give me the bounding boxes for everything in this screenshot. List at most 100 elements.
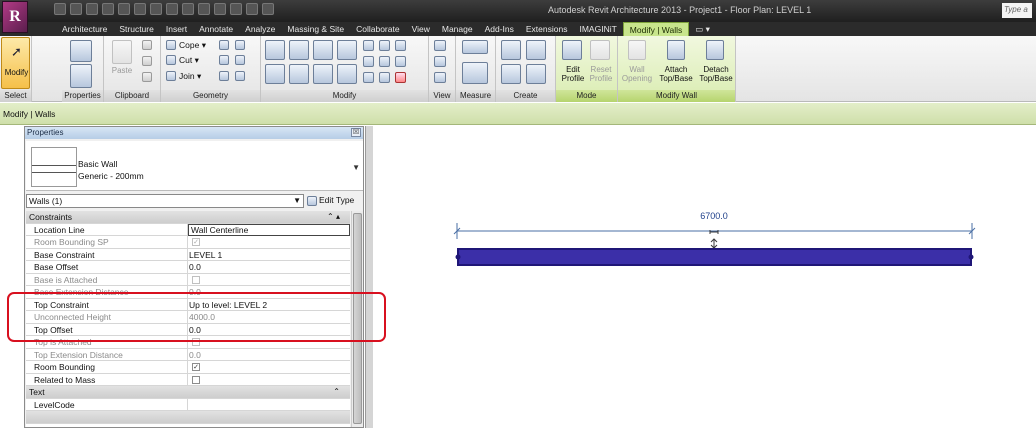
prop-levelcode[interactable]: LevelCode xyxy=(26,398,350,411)
measure-icon[interactable] xyxy=(134,3,146,15)
drawing-canvas[interactable]: 6700.0 xyxy=(374,126,1036,428)
tab-add-ins[interactable]: Add-Ins xyxy=(479,22,520,36)
detach-top-base-icon[interactable] xyxy=(706,40,724,60)
scale-icon[interactable] xyxy=(379,56,390,67)
copy-icon[interactable] xyxy=(289,64,309,84)
prop-base-offset[interactable]: Base Offset 0.0 xyxy=(26,261,350,274)
aligned-dimension-icon[interactable] xyxy=(462,62,488,84)
ribbon-minimize-icon[interactable]: ▭ ▾ xyxy=(689,22,716,36)
group-constraints[interactable]: Constraints ⌃ ▴ xyxy=(26,211,350,224)
chevron-down-icon[interactable]: ▼ xyxy=(352,163,360,172)
close-icon[interactable]: ☒ xyxy=(351,128,361,137)
prop-base-is-attached[interactable]: Base is Attached xyxy=(26,273,350,286)
application-menu-button[interactable]: R xyxy=(2,1,28,33)
prop-base-extension-distance[interactable]: Base Extension Distance 0.0 xyxy=(26,286,350,299)
wall-joins-icon[interactable] xyxy=(219,55,229,65)
join-icon[interactable] xyxy=(166,71,176,81)
split-element-icon[interactable] xyxy=(235,71,245,81)
tab-manage[interactable]: Manage xyxy=(436,22,479,36)
rotate-icon[interactable] xyxy=(313,64,333,84)
text-icon[interactable] xyxy=(166,3,178,15)
group-next[interactable] xyxy=(26,411,350,424)
palette-splitter[interactable] xyxy=(365,126,373,428)
floor-plan-view[interactable]: 6700.0 xyxy=(374,126,1036,428)
tab-analyze[interactable]: Analyze xyxy=(239,22,281,36)
properties-toggle-icon[interactable] xyxy=(70,64,92,88)
tab-structure[interactable]: Structure xyxy=(113,22,160,36)
cut-geometry-icon[interactable] xyxy=(166,55,176,65)
save-icon[interactable] xyxy=(70,3,82,15)
instance-filter-select[interactable]: Walls (1) ▼ xyxy=(26,194,304,208)
modify-button[interactable]: ➚ Modify xyxy=(1,37,30,89)
offset-icon[interactable] xyxy=(289,40,309,60)
tab-annotate[interactable]: Annotate xyxy=(193,22,239,36)
array-icon[interactable] xyxy=(363,56,374,67)
measure-distance-icon[interactable] xyxy=(462,40,488,54)
remove-paint-icon[interactable] xyxy=(219,71,229,81)
edit-type-button[interactable]: Edit Type xyxy=(307,194,363,208)
attach-top-base-button[interactable]: Attach Top/Base xyxy=(656,65,696,83)
open-icon[interactable] xyxy=(54,3,66,15)
trim-multiple-icon[interactable] xyxy=(379,72,390,83)
customize-qat-icon[interactable] xyxy=(262,3,274,15)
location-line-value[interactable]: Wall Centerline xyxy=(188,223,350,236)
prop-top-is-attached[interactable]: Top is Attached xyxy=(26,336,350,349)
chevron-down-icon[interactable]: ▼ xyxy=(293,195,301,207)
sync-icon[interactable] xyxy=(86,3,98,15)
paint-icon[interactable] xyxy=(235,40,245,50)
room-bounding-checkbox[interactable]: ✓ xyxy=(192,363,200,371)
prop-location-line[interactable]: Location Line Wall Centerline xyxy=(26,223,350,236)
split-icon[interactable] xyxy=(363,40,374,51)
prop-top-extension-distance[interactable]: Top Extension Distance 0.0 xyxy=(26,348,350,361)
join-button[interactable]: Join ▾ xyxy=(179,71,201,82)
prop-room-bounding[interactable]: Room Bounding ✓ xyxy=(26,361,350,374)
select-panel-label[interactable]: Select xyxy=(0,90,31,102)
type-properties-icon[interactable] xyxy=(70,40,92,62)
trim-extend-corner-icon[interactable] xyxy=(337,64,357,84)
edit-profile-icon[interactable] xyxy=(562,40,582,60)
hide-in-view-icon[interactable] xyxy=(434,40,446,51)
group-text[interactable]: Text ⌃ xyxy=(26,386,350,399)
switch-windows-icon[interactable] xyxy=(246,3,258,15)
tab-extensions[interactable]: Extensions xyxy=(520,22,574,36)
dimension-value[interactable]: 6700.0 xyxy=(700,211,728,221)
collapse-icon[interactable]: ⌃ xyxy=(333,387,340,396)
copy-clipboard-icon[interactable] xyxy=(142,56,152,66)
prop-unconnected-height[interactable]: Unconnected Height 4000.0 xyxy=(26,311,350,324)
wall-end-grip[interactable] xyxy=(968,254,974,260)
cope-button[interactable]: Cope ▾ xyxy=(179,40,206,51)
undo-icon[interactable] xyxy=(102,3,114,15)
close-hidden-icon[interactable] xyxy=(230,3,242,15)
scrollbar-thumb[interactable] xyxy=(353,213,362,424)
detach-top-base-button[interactable]: Detach Top/Base xyxy=(696,65,736,83)
properties-title[interactable]: Properties ☒ xyxy=(25,127,363,139)
attach-top-base-icon[interactable] xyxy=(667,40,685,60)
pin-icon[interactable] xyxy=(395,40,406,51)
prop-base-constraint[interactable]: Base Constraint LEVEL 1 xyxy=(26,248,350,261)
collapse-icon[interactable]: ⌃ ▴ xyxy=(327,212,340,221)
search-input[interactable]: Type a xyxy=(1002,3,1032,18)
prop-top-constraint[interactable]: Top Constraint Up to level: LEVEL 2 xyxy=(26,298,350,311)
selected-wall[interactable] xyxy=(457,248,972,266)
delete-icon[interactable] xyxy=(395,72,406,83)
linework-icon[interactable] xyxy=(434,72,446,83)
tag-icon[interactable] xyxy=(150,3,162,15)
override-graphics-icon[interactable] xyxy=(434,56,446,67)
tab-collaborate[interactable]: Collaborate xyxy=(350,22,405,36)
tab-massing-site[interactable]: Massing & Site xyxy=(281,22,350,36)
prop-related-to-mass[interactable]: Related to Mass xyxy=(26,373,350,386)
tab-imaginit[interactable]: IMAGINiT xyxy=(573,22,622,36)
tab-insert[interactable]: Insert xyxy=(160,22,193,36)
create-similar-icon[interactable] xyxy=(526,64,546,84)
split-face-icon[interactable] xyxy=(219,40,229,50)
mirror-draw-axis-icon[interactable] xyxy=(337,40,357,60)
section-icon[interactable] xyxy=(198,3,210,15)
geometry-panel-label[interactable]: Geometry xyxy=(161,90,260,102)
cut-button[interactable]: Cut ▾ xyxy=(179,55,199,66)
paste-icon[interactable] xyxy=(112,40,132,64)
match-type-icon[interactable] xyxy=(142,72,152,82)
3d-view-icon[interactable] xyxy=(182,3,194,15)
tab-modify-walls[interactable]: Modify | Walls xyxy=(622,22,690,36)
redo-icon[interactable] xyxy=(118,3,130,15)
temporary-dimension[interactable] xyxy=(453,223,976,239)
